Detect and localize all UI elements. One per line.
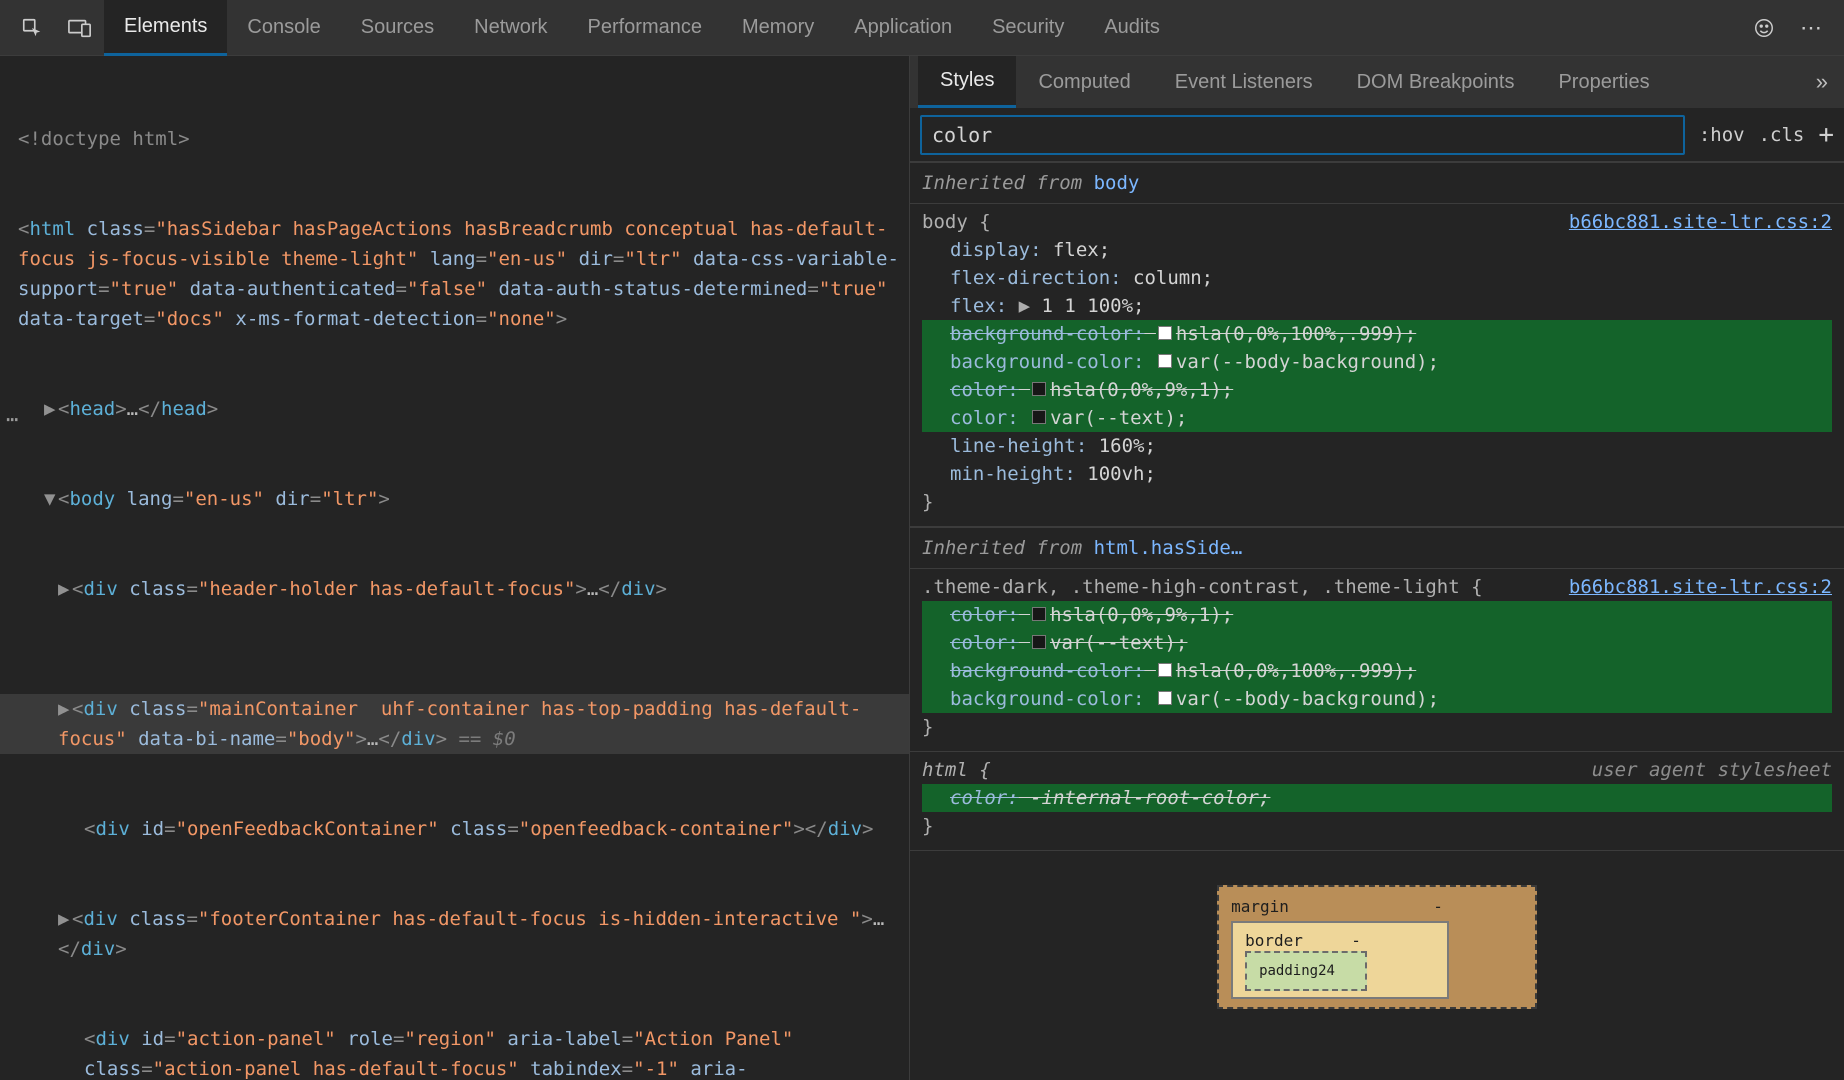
tab-application[interactable]: Application — [834, 0, 972, 56]
subtab-properties[interactable]: Properties — [1536, 56, 1671, 108]
prop-bgc-strk[interactable]: background-color: hsla(0,0%,100%,.999); — [922, 657, 1832, 685]
new-style-rule-button[interactable]: + — [1818, 120, 1834, 150]
styles-rules[interactable]: Inherited from body b66bc881.site-ltr.cs… — [910, 162, 1844, 1080]
dom-div-footer[interactable]: ▶<div class="footerContainer has-default… — [0, 904, 909, 964]
tab-console[interactable]: Console — [227, 0, 340, 56]
box-model-padding[interactable]: padding24 — [1245, 951, 1367, 991]
tab-memory[interactable]: Memory — [722, 0, 834, 56]
tab-audits[interactable]: Audits — [1084, 0, 1180, 56]
dom-doctype[interactable]: <!doctype html> — [0, 124, 909, 154]
subtab-event-listeners[interactable]: Event Listeners — [1153, 56, 1335, 108]
inherited-from-body: Inherited from body — [910, 162, 1844, 204]
rule-theme[interactable]: b66bc881.site-ltr.css:2 .theme-dark, .th… — [910, 569, 1844, 752]
inherited-body-link[interactable]: body — [1094, 172, 1140, 194]
box-model-border[interactable]: border - padding24 — [1231, 921, 1449, 999]
dom-div-main[interactable]: ▶<div class="mainContainer uhf-container… — [0, 694, 909, 754]
more-subtabs-icon[interactable]: » — [1808, 69, 1836, 95]
color-swatch-icon[interactable] — [1158, 663, 1172, 677]
subtab-dom-breakpoints[interactable]: DOM Breakpoints — [1335, 56, 1537, 108]
ua-stylesheet-label: user agent stylesheet — [1592, 756, 1832, 784]
source-link[interactable]: b66bc881.site-ltr.css:2 — [1569, 208, 1832, 236]
dom-head[interactable]: ▶<head>…</head> — [0, 394, 909, 424]
prop-color-internal[interactable]: color: -internal-root-color; — [922, 784, 1832, 812]
dom-tree[interactable]: <!doctype html> <html class="hasSidebar … — [0, 56, 909, 1080]
elements-pane: <!doctype html> <html class="hasSidebar … — [0, 56, 910, 1080]
box-model-margin[interactable]: margin - border - padding24 — [1217, 885, 1537, 1009]
prop-bgc[interactable]: background-color: var(--body-background)… — [922, 685, 1832, 713]
sub-tab-strip: Styles Computed Event Listeners DOM Brea… — [910, 56, 1844, 108]
dom-div-action[interactable]: <div id="action-panel" role="region" ari… — [0, 1024, 909, 1080]
color-swatch-icon[interactable] — [1158, 326, 1172, 340]
tab-sources[interactable]: Sources — [341, 0, 454, 56]
prop-min-height[interactable]: min-height: 100vh; — [922, 460, 1832, 488]
prop-background-color-strk[interactable]: background-color: hsla(0,0%,100%,.999); — [922, 320, 1832, 348]
dom-body-open[interactable]: ▼<body lang="en-us" dir="ltr"> — [0, 484, 909, 514]
top-tab-strip: Elements Console Sources Network Perform… — [0, 0, 1844, 56]
color-swatch-icon[interactable] — [1158, 354, 1172, 368]
box-model-border-top: - — [1351, 927, 1361, 955]
prop-color-strk2[interactable]: color: var(--text); — [922, 629, 1832, 657]
box-model-border-label: border — [1245, 927, 1303, 955]
gutter-ellipsis: ⋯ — [6, 404, 18, 434]
tab-network[interactable]: Network — [454, 0, 567, 56]
dom-div-openfb[interactable]: <div id="openFeedbackContainer" class="o… — [0, 814, 909, 844]
box-model-padding-label: padding24 — [1259, 963, 1335, 979]
toggle-hov-button[interactable]: :hov — [1699, 124, 1745, 146]
rule-html-ua[interactable]: user agent stylesheet html { color: -int… — [910, 752, 1844, 851]
inherited-label: Inherited from — [922, 537, 1094, 559]
main-panes: <!doctype html> <html class="hasSidebar … — [0, 56, 1844, 1080]
prop-color[interactable]: color: var(--text); — [922, 404, 1832, 432]
rule-close: } — [922, 488, 1832, 516]
more-icon[interactable]: ⋯ — [1794, 10, 1830, 46]
tab-elements[interactable]: Elements — [104, 0, 227, 56]
prop-color-strk[interactable]: color: hsla(0,0%,9%,1); — [922, 601, 1832, 629]
dom-div-header[interactable]: ▶<div class="header-holder has-default-f… — [0, 574, 909, 604]
inherited-label: Inherited from — [922, 172, 1094, 194]
color-swatch-icon[interactable] — [1158, 691, 1172, 705]
prop-flex-direction[interactable]: flex-direction: column; — [922, 264, 1832, 292]
rule-close: } — [922, 713, 1832, 741]
inherited-from-html: Inherited from html.hasSide… — [910, 527, 1844, 569]
prop-line-height[interactable]: line-height: 160%; — [922, 432, 1832, 460]
styles-pane: Styles Computed Event Listeners DOM Brea… — [910, 56, 1844, 1080]
dom-html-open[interactable]: <html class="hasSidebar hasPageActions h… — [0, 214, 909, 334]
smiley-icon[interactable] — [1746, 10, 1782, 46]
subtab-computed[interactable]: Computed — [1016, 56, 1152, 108]
color-swatch-icon[interactable] — [1032, 382, 1046, 396]
box-model: margin - border - padding24 — [910, 851, 1844, 1009]
tab-security[interactable]: Security — [972, 0, 1084, 56]
toggle-cls-button[interactable]: .cls — [1759, 124, 1805, 146]
inspect-icon[interactable] — [14, 10, 50, 46]
prop-background-color[interactable]: background-color: var(--body-background)… — [922, 348, 1832, 376]
box-model-margin-top: - — [1433, 893, 1443, 921]
tab-performance[interactable]: Performance — [568, 0, 723, 56]
devtools-root: Elements Console Sources Network Perform… — [0, 0, 1844, 1080]
rule-close: } — [922, 812, 1832, 840]
styles-filter-input[interactable] — [920, 115, 1685, 155]
source-link[interactable]: b66bc881.site-ltr.css:2 — [1569, 573, 1832, 601]
color-swatch-icon[interactable] — [1032, 410, 1046, 424]
prop-flex[interactable]: flex: ▶ 1 1 100%; — [922, 292, 1832, 320]
styles-filter-bar: :hov .cls + — [910, 108, 1844, 162]
color-swatch-icon[interactable] — [1032, 635, 1046, 649]
inherited-html-link[interactable]: html.hasSide… — [1094, 537, 1243, 559]
box-model-margin-label: margin — [1231, 893, 1289, 921]
device-toggle-icon[interactable] — [62, 10, 98, 46]
subtab-styles[interactable]: Styles — [918, 56, 1016, 108]
rule-body[interactable]: b66bc881.site-ltr.css:2 body { display: … — [910, 204, 1844, 527]
color-swatch-icon[interactable] — [1032, 607, 1046, 621]
prop-display[interactable]: display: flex; — [922, 236, 1832, 264]
prop-color-strk[interactable]: color: hsla(0,0%,9%,1); — [922, 376, 1832, 404]
